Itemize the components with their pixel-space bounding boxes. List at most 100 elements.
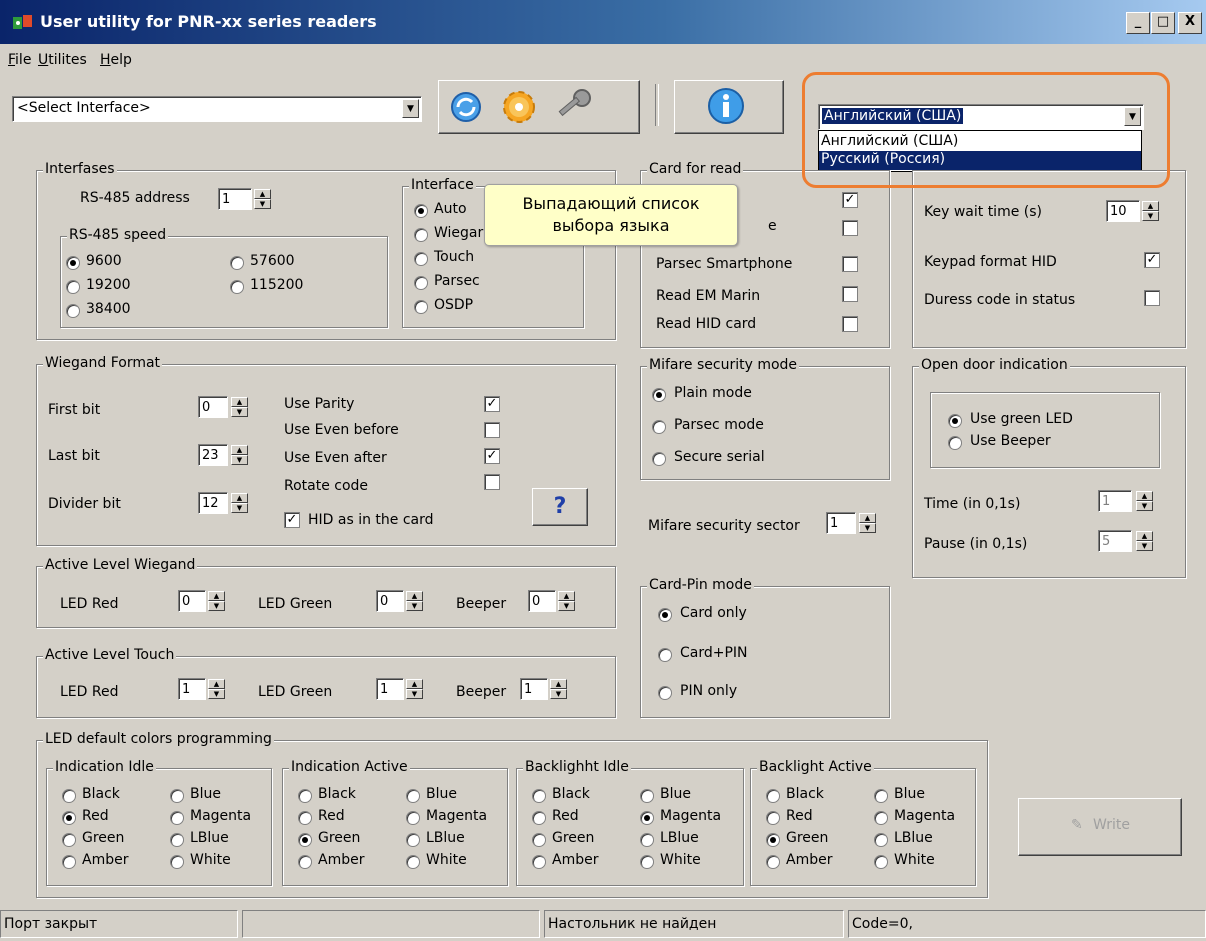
menu-file[interactable]: File — [8, 52, 31, 68]
led-color-radio[interactable] — [874, 789, 888, 803]
led-color-radio[interactable] — [532, 811, 546, 825]
minimize-button[interactable]: _ — [1126, 12, 1150, 34]
speed-19200-radio[interactable] — [66, 280, 80, 294]
use-green-led-radio[interactable] — [948, 414, 962, 428]
led-color-radio[interactable] — [406, 811, 420, 825]
hid-as-card-checkbox[interactable]: ✓ — [284, 512, 300, 528]
at-led-red-value[interactable]: 1 — [178, 678, 206, 700]
spin-up-icon[interactable]: ▲ — [1142, 201, 1159, 211]
menu-utilites[interactable]: Utilites — [38, 52, 87, 68]
use-parity-checkbox[interactable]: ✓ — [484, 396, 500, 412]
spin-up-icon[interactable]: ▲ — [1136, 531, 1153, 541]
even-before-checkbox[interactable] — [484, 422, 500, 438]
interface-auto-radio[interactable] — [414, 204, 428, 218]
divider-bit-value[interactable]: 12 — [198, 492, 228, 514]
aw-led-green-value[interactable]: 0 — [376, 590, 404, 612]
spin-down-icon[interactable]: ▼ — [231, 503, 248, 513]
at-beeper-value[interactable]: 1 — [520, 678, 548, 700]
led-color-radio[interactable] — [298, 811, 312, 825]
led-color-radio[interactable] — [62, 855, 76, 869]
info-icon[interactable] — [704, 84, 748, 128]
mifare-sector-value[interactable]: 1 — [826, 512, 856, 534]
interface-parsec-radio[interactable] — [414, 276, 428, 290]
spin-down-icon[interactable]: ▼ — [1136, 541, 1153, 551]
led-color-radio[interactable] — [766, 811, 780, 825]
card-read-1-checkbox[interactable]: ✓ — [842, 192, 858, 208]
led-color-radio[interactable] — [766, 789, 780, 803]
pause-value[interactable]: 5 — [1098, 530, 1132, 552]
led-color-radio[interactable] — [170, 789, 184, 803]
aw-beeper-value[interactable]: 0 — [528, 590, 556, 612]
read-em-marin-checkbox[interactable] — [842, 286, 858, 302]
use-beeper-radio[interactable] — [948, 436, 962, 450]
speed-9600-radio[interactable] — [66, 256, 80, 270]
speed-57600-radio[interactable] — [230, 256, 244, 270]
keypad-format-hid-checkbox[interactable]: ✓ — [1144, 252, 1160, 268]
chevron-down-icon[interactable]: ▼ — [402, 99, 419, 118]
key-icon[interactable] — [552, 86, 594, 128]
led-color-radio[interactable] — [406, 789, 420, 803]
card-read-2-checkbox[interactable] — [842, 220, 858, 236]
led-color-radio[interactable] — [62, 833, 76, 847]
interface-wiegand-radio[interactable] — [414, 228, 428, 242]
spin-up-icon[interactable]: ▲ — [231, 445, 248, 455]
parsec-smartphone-checkbox[interactable] — [842, 256, 858, 272]
spin-down-icon[interactable]: ▼ — [231, 407, 248, 417]
spin-down-icon[interactable]: ▼ — [208, 689, 225, 699]
led-color-radio[interactable] — [298, 789, 312, 803]
menu-help[interactable]: Help — [100, 52, 132, 68]
spin-up-icon[interactable]: ▲ — [558, 591, 575, 601]
speed-115200-radio[interactable] — [230, 280, 244, 294]
spin-down-icon[interactable]: ▼ — [550, 689, 567, 699]
led-color-radio[interactable] — [640, 833, 654, 847]
spin-down-icon[interactable]: ▼ — [208, 601, 225, 611]
led-color-radio[interactable] — [532, 789, 546, 803]
spin-up-icon[interactable]: ▲ — [208, 679, 225, 689]
spin-down-icon[interactable]: ▼ — [231, 455, 248, 465]
spin-down-icon[interactable]: ▼ — [406, 689, 423, 699]
duress-code-checkbox[interactable] — [1144, 290, 1160, 306]
settings-gear-icon[interactable] — [498, 86, 540, 128]
spin-down-icon[interactable]: ▼ — [1136, 501, 1153, 511]
spin-up-icon[interactable]: ▲ — [406, 591, 423, 601]
last-bit-value[interactable]: 23 — [198, 444, 228, 466]
spin-down-icon[interactable]: ▼ — [254, 199, 271, 209]
write-button[interactable]: ✎ Write — [1018, 798, 1182, 856]
read-hid-card-checkbox[interactable] — [842, 316, 858, 332]
led-color-radio[interactable] — [298, 833, 312, 847]
led-color-radio[interactable] — [874, 855, 888, 869]
led-color-radio[interactable] — [532, 833, 546, 847]
led-color-radio[interactable] — [62, 811, 76, 825]
spin-up-icon[interactable]: ▲ — [550, 679, 567, 689]
led-color-radio[interactable] — [640, 811, 654, 825]
spin-up-icon[interactable]: ▲ — [859, 513, 876, 523]
spin-down-icon[interactable]: ▼ — [406, 601, 423, 611]
led-color-radio[interactable] — [406, 833, 420, 847]
led-color-radio[interactable] — [766, 833, 780, 847]
spin-up-icon[interactable]: ▲ — [1136, 491, 1153, 501]
led-color-radio[interactable] — [298, 855, 312, 869]
interface-select[interactable]: <Select Interface> ▼ — [12, 96, 422, 122]
led-color-radio[interactable] — [170, 811, 184, 825]
refresh-icon[interactable] — [446, 88, 486, 126]
led-color-radio[interactable] — [62, 789, 76, 803]
even-after-checkbox[interactable]: ✓ — [484, 448, 500, 464]
card-only-radio[interactable] — [658, 608, 672, 622]
led-color-radio[interactable] — [170, 833, 184, 847]
pin-only-radio[interactable] — [658, 686, 672, 700]
spin-up-icon[interactable]: ▲ — [406, 679, 423, 689]
interface-touch-radio[interactable] — [414, 252, 428, 266]
mifare-plain-radio[interactable] — [652, 388, 666, 402]
spin-down-icon[interactable]: ▼ — [859, 523, 876, 533]
spin-up-icon[interactable]: ▲ — [208, 591, 225, 601]
led-color-radio[interactable] — [874, 811, 888, 825]
first-bit-value[interactable]: 0 — [198, 396, 228, 418]
led-color-radio[interactable] — [766, 855, 780, 869]
led-color-radio[interactable] — [874, 833, 888, 847]
led-color-radio[interactable] — [532, 855, 546, 869]
interface-osdp-radio[interactable] — [414, 300, 428, 314]
key-wait-value[interactable]: 10 — [1106, 200, 1140, 222]
spin-down-icon[interactable]: ▼ — [1142, 211, 1159, 221]
rs485-address-value[interactable]: 1 — [218, 188, 252, 210]
led-color-radio[interactable] — [640, 855, 654, 869]
